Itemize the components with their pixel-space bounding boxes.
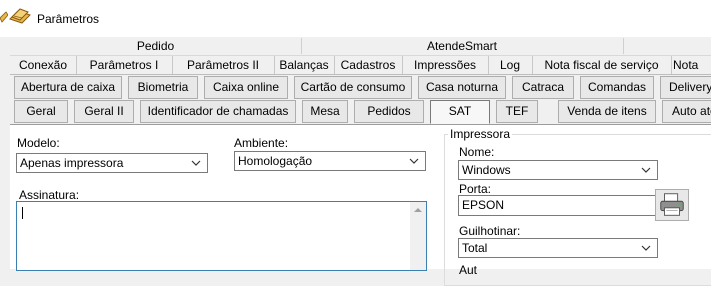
- tab-delivery[interactable]: Delivery: [660, 76, 711, 99]
- chevron-down-icon: [409, 158, 419, 164]
- tab-casa-noturna[interactable]: Casa noturna: [418, 76, 506, 99]
- porta-input[interactable]: EPSON: [458, 195, 658, 216]
- tab-pedidos[interactable]: Pedidos: [354, 100, 424, 123]
- tab-log[interactable]: Log: [488, 56, 533, 74]
- tab-cartao-de-consumo[interactable]: Cartão de consumo: [294, 76, 412, 99]
- modelo-select-value: Apenas impressora: [20, 156, 124, 170]
- guilhotinar-label: Guilhotinar:: [459, 224, 521, 238]
- ambiente-select-value: Homologação: [238, 154, 313, 168]
- window-title: Parâmetros: [37, 12, 100, 26]
- ambiente-label: Ambiente:: [234, 136, 289, 150]
- tab-sat[interactable]: SAT: [430, 100, 490, 124]
- tab-cadastros[interactable]: Cadastros: [334, 56, 403, 74]
- chevron-down-icon: [641, 245, 651, 251]
- impressora-group-title: Impressora: [448, 127, 513, 141]
- tab-impressoes[interactable]: Impressões: [402, 56, 489, 74]
- tab-biometria[interactable]: Biometria: [128, 76, 198, 99]
- chevron-down-icon: [191, 160, 201, 166]
- app-logo-icon: [9, 8, 31, 24]
- tab-geral-ii[interactable]: Geral II: [74, 100, 134, 123]
- tab-auto-atendimento[interactable]: Auto aten: [662, 100, 711, 123]
- nome-label: Nome:: [459, 145, 495, 159]
- tab-parametros-i[interactable]: Parâmetros I: [76, 56, 173, 74]
- printer-icon: [660, 193, 684, 216]
- nome-select-value: Windows: [462, 163, 511, 177]
- next-field-label: Aut: [459, 263, 478, 277]
- tab-row-1: Conexão Parâmetros I Parâmetros II Balan…: [10, 55, 711, 75]
- tab-row-3: Geral Geral II Identificador de chamadas…: [10, 100, 711, 124]
- tab-caixa-online[interactable]: Caixa online: [204, 76, 288, 99]
- select-printer-button[interactable]: [655, 189, 689, 221]
- text-caret: [22, 207, 23, 219]
- modelo-select[interactable]: Apenas impressora: [16, 153, 208, 173]
- porta-input-value: EPSON: [462, 198, 505, 212]
- tab-venda-de-itens[interactable]: Venda de itens: [558, 100, 656, 123]
- background-app-icon: [0, 11, 8, 23]
- nome-select[interactable]: Windows: [458, 160, 658, 180]
- tab-nota-fiscal-servico[interactable]: Nota fiscal de serviço: [532, 56, 672, 74]
- tab-mesa[interactable]: Mesa: [302, 100, 348, 123]
- tab-group-pedido: Pedido: [10, 38, 302, 54]
- guilhotinar-select-value: Total: [462, 241, 488, 255]
- tab-row-2: Abertura de caixa Biometria Caixa online…: [10, 76, 711, 99]
- tab-identificador-de-chamadas[interactable]: Identificador de chamadas: [140, 100, 296, 123]
- guilhotinar-select[interactable]: Total: [458, 238, 658, 258]
- assinatura-scrollbar[interactable]: [410, 202, 426, 270]
- window-titlebar: Parâmetros: [0, 0, 711, 37]
- tab-comandas[interactable]: Comandas: [580, 76, 654, 99]
- sat-tab-panel: Modelo: Apenas impressora Ambiente: Homo…: [10, 124, 711, 286]
- tab-nota[interactable]: Nota: [671, 56, 711, 74]
- chevron-down-icon: [641, 167, 651, 173]
- tab-catraca[interactable]: Catraca: [512, 76, 574, 99]
- assinatura-textarea[interactable]: [16, 201, 427, 271]
- tab-parametros-ii[interactable]: Parâmetros II: [172, 56, 275, 74]
- tab-abertura-de-caixa[interactable]: Abertura de caixa: [14, 76, 122, 99]
- assinatura-label: Assinatura:: [19, 188, 80, 202]
- tab-conexao[interactable]: Conexão: [10, 56, 77, 74]
- ambiente-select[interactable]: Homologação: [234, 151, 426, 171]
- tab-group-row: Pedido AtendeSmart: [10, 38, 711, 54]
- scroll-up-arrow-icon[interactable]: [414, 208, 422, 212]
- modelo-label: Modelo:: [17, 136, 60, 150]
- porta-label: Porta:: [459, 182, 492, 196]
- tab-group-atendesmart: AtendeSmart: [301, 38, 624, 54]
- tab-tef[interactable]: TEF: [496, 100, 538, 123]
- tab-geral[interactable]: Geral: [14, 100, 68, 123]
- tab-balancas[interactable]: Balanças: [274, 56, 335, 74]
